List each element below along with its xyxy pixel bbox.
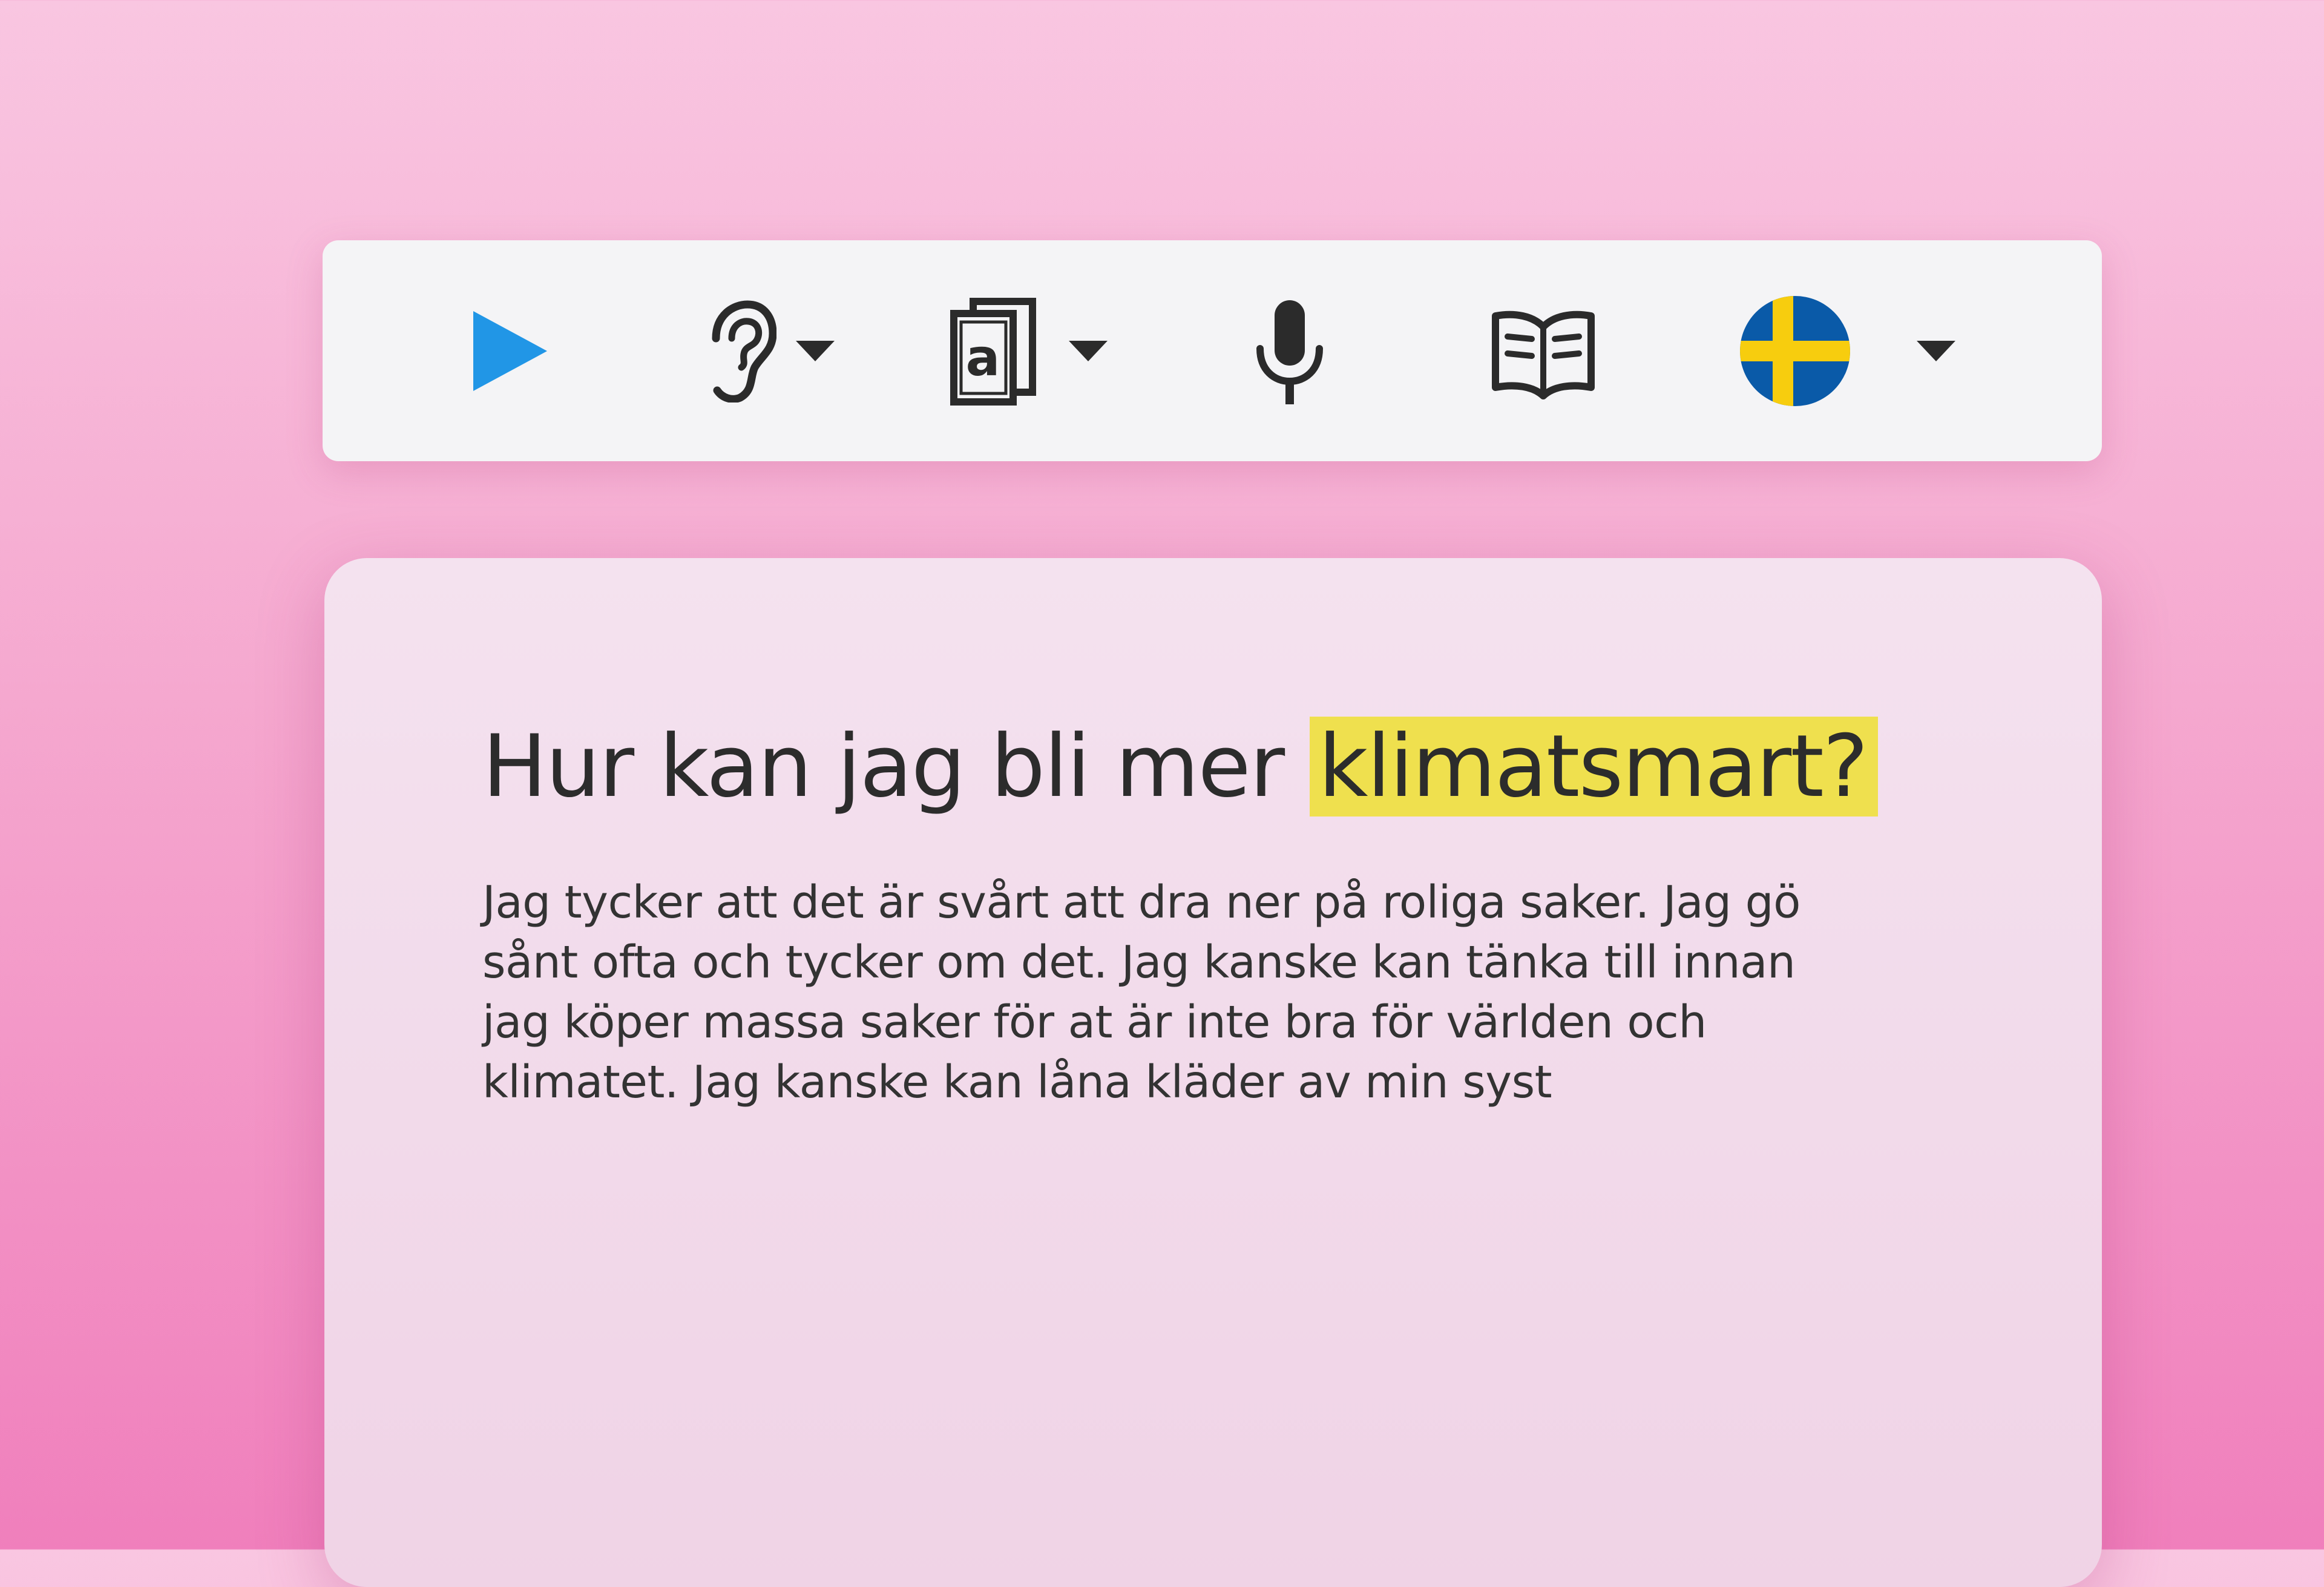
open-book-icon — [1492, 310, 1595, 399]
microphone-button[interactable] — [1250, 240, 1329, 461]
listen-dropdown-caret[interactable] — [796, 340, 835, 361]
text-options-button[interactable]: a — [949, 240, 1108, 461]
text-line: jag köper massa saker för at är inte bra… — [482, 996, 1707, 1048]
language-dropdown-caret[interactable] — [1917, 340, 1955, 361]
dictionary-button[interactable] — [1491, 240, 1597, 461]
text-pages-icon: a — [950, 297, 1036, 406]
microphone-icon — [1256, 300, 1323, 404]
heading-text: Hur kan jag bli mer — [482, 717, 1310, 816]
text-card: Hur kan jag bli mer klimatsmart? Jag tyc… — [324, 558, 2102, 1587]
play-button[interactable] — [471, 240, 550, 461]
highlighted-word: klimatsmart? — [1310, 717, 1879, 816]
swedish-flag-icon — [1740, 295, 1850, 406]
text-line: Jag tycker att det är svårt att dra ner … — [482, 876, 1800, 928]
answer-text[interactable]: Jag tycker att det är svårt att dra ner … — [482, 873, 1995, 1112]
text-line: klimatet. Jag kanske kan låna kläder av … — [482, 1056, 1552, 1108]
listen-button[interactable] — [698, 240, 835, 461]
play-icon — [473, 310, 547, 391]
text-options-dropdown-caret[interactable] — [1069, 340, 1108, 361]
question-heading: Hur kan jag bli mer klimatsmart? — [482, 703, 1879, 830]
text-line: sånt ofta och tycker om det. Jag kanske … — [482, 936, 1796, 988]
ear-icon — [712, 300, 776, 402]
toolbar: a — [323, 240, 2102, 461]
svg-text:a: a — [966, 328, 1000, 387]
language-button[interactable] — [1739, 240, 1955, 461]
